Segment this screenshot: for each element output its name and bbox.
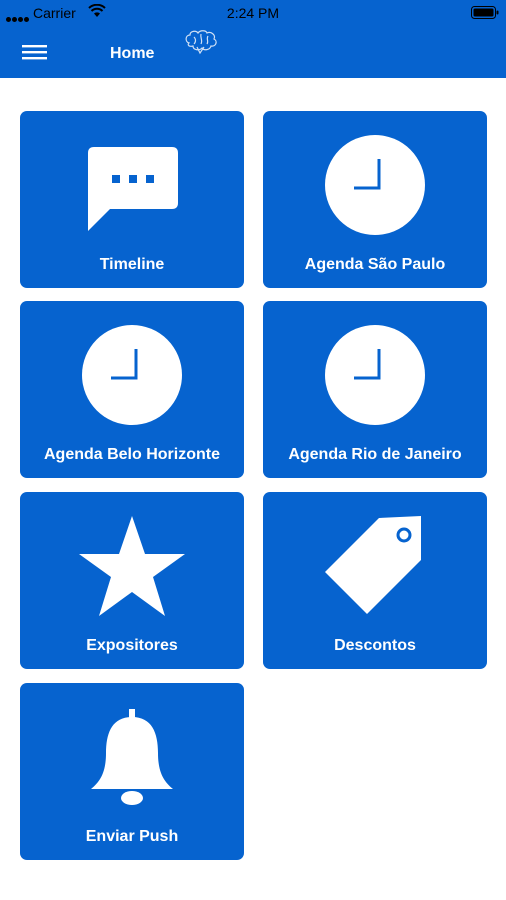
page-title: Home: [110, 45, 155, 62]
tile-label: Expositores: [86, 637, 178, 654]
clock-icon: [263, 323, 487, 427]
tile-agenda-sao-paulo[interactable]: Agenda São Paulo: [263, 111, 487, 288]
tile-expositores[interactable]: Expositores: [20, 492, 244, 669]
tile-label: Descontos: [334, 637, 416, 654]
clock-icon: [263, 133, 487, 237]
tile-enviar-push[interactable]: Enviar Push: [20, 683, 244, 860]
tile-descontos[interactable]: Descontos: [263, 492, 487, 669]
tile-label: Timeline: [99, 256, 165, 273]
tile-label: Agenda Rio de Janeiro: [288, 446, 462, 463]
tag-icon: [263, 514, 487, 618]
tile-agenda-belo-horizonte[interactable]: Agenda Belo Horizonte: [20, 301, 244, 478]
chat-bubble-icon: [20, 133, 244, 237]
battery-icon: [471, 6, 499, 19]
tile-agenda-rio-de-janeiro[interactable]: Agenda Rio de Janeiro: [263, 301, 487, 478]
clock-icon: [20, 323, 244, 427]
tile-label: Agenda Belo Horizonte: [43, 446, 220, 463]
star-icon: [20, 514, 244, 618]
brain-icon: [185, 30, 217, 55]
tile-label: Agenda São Paulo: [304, 256, 446, 273]
tile-label: Enviar Push: [85, 828, 179, 845]
app-header: Carrier 2:24 PM Home: [0, 0, 506, 78]
menu-icon[interactable]: [20, 41, 50, 63]
tile-timeline[interactable]: Timeline: [20, 111, 244, 288]
status-time: 2:24 PM: [226, 5, 280, 21]
status-bar: Carrier 2:24 PM: [0, 0, 506, 26]
bell-icon: [20, 705, 244, 809]
